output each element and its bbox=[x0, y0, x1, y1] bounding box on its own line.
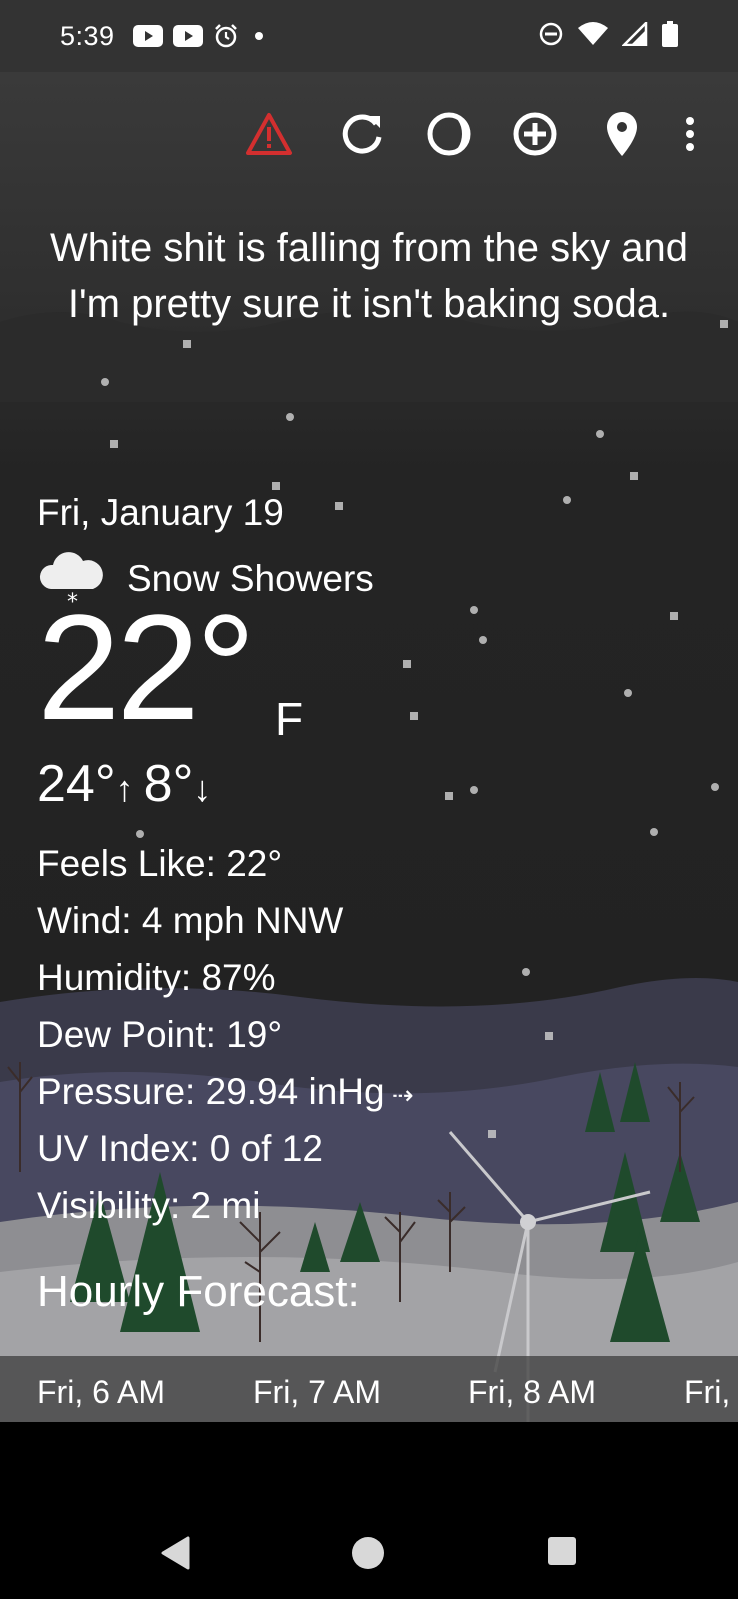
status-time: 5:39 bbox=[60, 20, 115, 51]
youtube-icon bbox=[172, 25, 203, 47]
down-arrow-icon: ↓ bbox=[193, 768, 212, 809]
add-location-icon bbox=[513, 112, 557, 156]
weather-scene: White shit is falling from the sky and I… bbox=[0, 72, 738, 1422]
pressure: Pressure: 29.94 inHg bbox=[37, 1071, 385, 1112]
location-pin-icon bbox=[607, 112, 637, 156]
theme-icon bbox=[427, 112, 471, 156]
add-location-button[interactable] bbox=[507, 106, 563, 162]
signal-icon bbox=[620, 19, 648, 51]
weather-quote: White shit is falling from the sky and I… bbox=[49, 226, 689, 326]
dot-icon bbox=[249, 26, 269, 46]
temperature-unit: F bbox=[275, 693, 304, 745]
high-low: 24°↑ 8°↓ bbox=[37, 754, 211, 814]
feels-like: Feels Like: 22° bbox=[37, 843, 283, 884]
status-bar: 5:39 bbox=[0, 0, 738, 72]
weather-details: Feels Like: 22° Wind: 4 mph NNW Humidity… bbox=[37, 835, 414, 1234]
visibility: Visibility: 2 mi bbox=[37, 1185, 261, 1226]
refresh-icon bbox=[342, 114, 382, 154]
toolbar bbox=[0, 96, 738, 176]
hourly-item[interactable]: Fri, 8 AM bbox=[468, 1374, 596, 1411]
hourly-item[interactable]: Fri, 6 AM bbox=[37, 1374, 165, 1411]
more-options-button[interactable] bbox=[670, 106, 710, 162]
more-vert-icon bbox=[686, 117, 694, 151]
pressure-trend-icon: ⇢ bbox=[384, 1080, 414, 1110]
dnd-icon bbox=[538, 21, 564, 52]
alert-icon bbox=[246, 113, 292, 155]
home-icon bbox=[352, 1537, 384, 1569]
back-button[interactable] bbox=[160, 1536, 192, 1575]
current-date: Fri, January 19 bbox=[37, 492, 284, 533]
high-temp: 24° bbox=[37, 755, 116, 813]
hourly-forecast-list[interactable]: Fri, 6 AM Fri, 7 AM Fri, 8 AM Fri, bbox=[0, 1356, 738, 1422]
humidity: Humidity: 87% bbox=[37, 957, 276, 998]
current-temperature: 22° bbox=[37, 583, 256, 751]
alarm-icon bbox=[213, 23, 239, 49]
recents-icon bbox=[548, 1537, 576, 1565]
battery-icon bbox=[662, 20, 678, 52]
navigation-bar bbox=[0, 1422, 738, 1599]
low-temp: 8° bbox=[143, 755, 194, 813]
alert-button[interactable] bbox=[241, 106, 297, 162]
pressure-row: Pressure: 29.94 inHg ⇢ bbox=[37, 1063, 414, 1120]
hourly-item[interactable]: Fri, 7 AM bbox=[253, 1374, 381, 1411]
wind: Wind: 4 mph NNW bbox=[37, 900, 344, 941]
up-arrow-icon: ↑ bbox=[115, 768, 144, 809]
youtube-icon bbox=[132, 25, 163, 47]
back-icon bbox=[161, 1536, 190, 1570]
refresh-button[interactable] bbox=[334, 106, 390, 162]
hourly-item[interactable]: Fri, bbox=[684, 1374, 730, 1411]
theme-button[interactable] bbox=[421, 106, 477, 162]
home-button[interactable] bbox=[351, 1536, 385, 1575]
hourly-forecast-title: Hourly Forecast: bbox=[37, 1267, 360, 1316]
uv-index: UV Index: 0 of 12 bbox=[37, 1128, 323, 1169]
location-button[interactable] bbox=[594, 106, 650, 162]
dew-point: Dew Point: 19° bbox=[37, 1014, 283, 1055]
recents-button[interactable] bbox=[547, 1536, 577, 1571]
wifi-icon bbox=[578, 21, 608, 51]
